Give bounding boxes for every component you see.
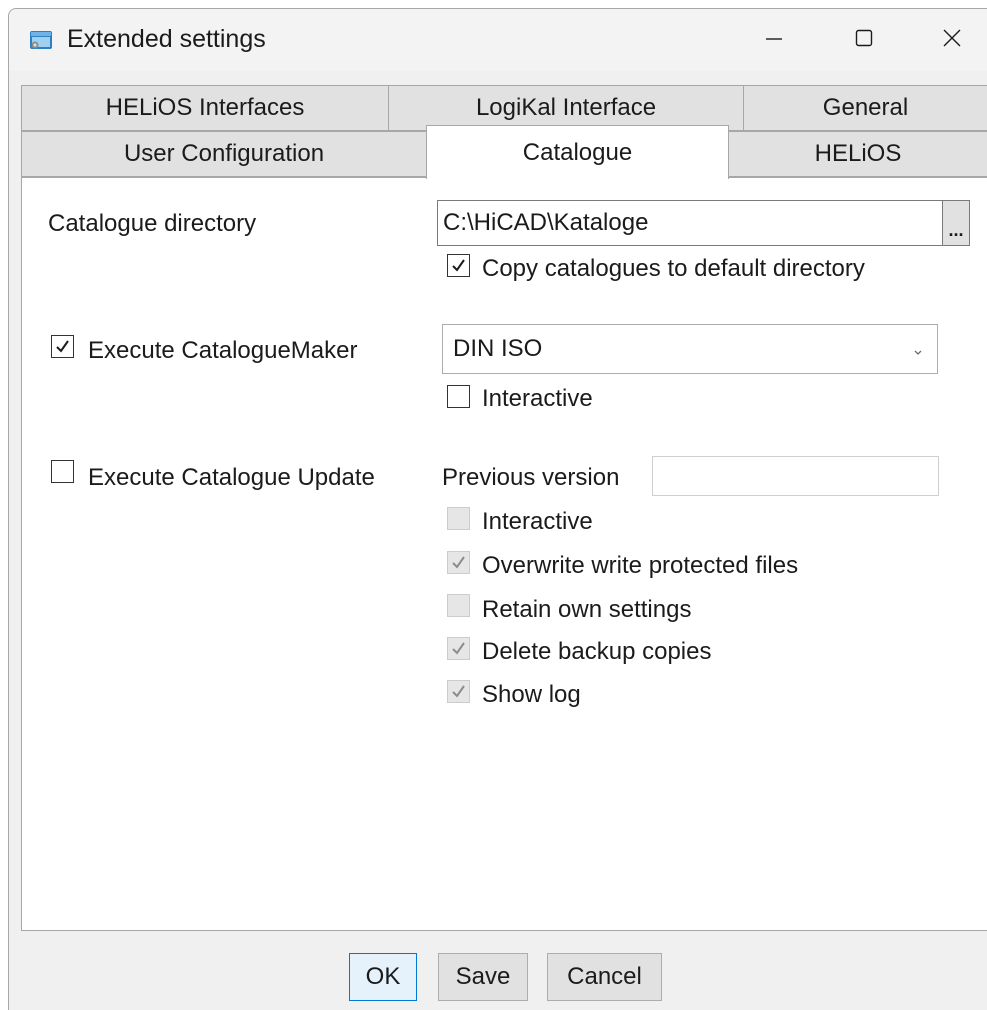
checkmark-icon <box>452 556 465 569</box>
tab-general[interactable]: General <box>743 85 987 131</box>
window-title: Extended settings <box>67 25 266 53</box>
overwrite-protected-checkbox[interactable] <box>447 551 470 574</box>
retain-settings-checkbox[interactable] <box>447 594 470 617</box>
ok-button[interactable]: OK <box>349 953 417 1001</box>
execute-cataloguemaker-label: Execute CatalogueMaker <box>88 337 358 364</box>
tab-helios[interactable]: HELiOS <box>728 131 987 177</box>
tab-helios-interfaces[interactable]: HELiOS Interfaces <box>21 85 389 131</box>
tab-user-configuration[interactable]: User Configuration <box>21 131 427 177</box>
show-log-checkbox[interactable] <box>447 680 470 703</box>
tab-catalogue[interactable]: Catalogue <box>426 125 729 179</box>
delete-backup-label: Delete backup copies <box>482 638 712 665</box>
catalogue-directory-input[interactable]: C:\HiCAD\Kataloge <box>437 200 943 246</box>
retain-settings-label: Retain own settings <box>482 596 692 623</box>
close-button[interactable] <box>917 17 987 63</box>
save-button[interactable]: Save <box>438 953 528 1001</box>
checkmark-icon <box>452 259 465 272</box>
maximize-icon <box>854 28 874 53</box>
standard-select-value: DIN ISO <box>453 335 543 362</box>
catalogue-tab-panel: Catalogue directory C:\HiCAD\Kataloge ..… <box>21 177 987 931</box>
catalogue-directory-label: Catalogue directory <box>48 210 257 237</box>
maker-interactive-label: Interactive <box>482 385 593 412</box>
browse-directory-button[interactable]: ... <box>942 200 970 246</box>
title-bar[interactable]: Extended settings <box>9 9 987 71</box>
update-interactive-checkbox[interactable] <box>447 507 470 530</box>
execute-catalogue-update-label: Execute Catalogue Update <box>88 464 375 491</box>
checkmark-icon <box>56 340 69 353</box>
previous-version-label: Previous version <box>442 464 620 491</box>
standard-select[interactable]: DIN ISO <box>442 324 938 374</box>
delete-backup-checkbox[interactable] <box>447 637 470 660</box>
execute-cataloguemaker-checkbox[interactable] <box>51 335 74 358</box>
copy-catalogues-checkbox[interactable] <box>447 254 470 277</box>
chevron-down-icon <box>911 339 925 367</box>
copy-catalogues-label: Copy catalogues to default directory <box>482 255 865 282</box>
checkmark-icon <box>452 642 465 655</box>
close-icon <box>942 28 962 53</box>
execute-catalogue-update-checkbox[interactable] <box>51 460 74 483</box>
extended-settings-window: Extended settings HELiOS Interfaces Logi… <box>8 8 987 1010</box>
checkmark-icon <box>452 685 465 698</box>
minimize-button[interactable] <box>739 17 809 63</box>
overwrite-protected-label: Overwrite write protected files <box>482 552 799 579</box>
cancel-button[interactable]: Cancel <box>547 953 662 1001</box>
update-interactive-label: Interactive <box>482 508 593 535</box>
previous-version-input[interactable] <box>652 456 939 496</box>
maximize-button[interactable] <box>829 17 899 63</box>
show-log-label: Show log <box>482 681 581 708</box>
maker-interactive-checkbox[interactable] <box>447 385 470 408</box>
minimize-icon <box>764 28 784 53</box>
app-window-icon <box>29 29 53 51</box>
